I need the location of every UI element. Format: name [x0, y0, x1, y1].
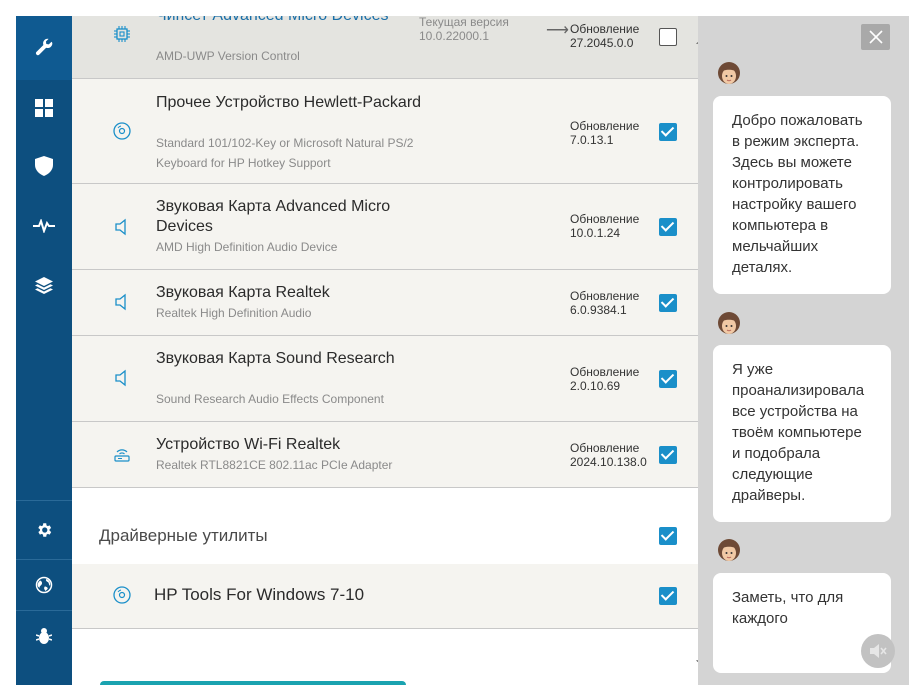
current-version-label: Текущая версия — [419, 16, 509, 29]
device-row[interactable]: Чипсет Advanced Micro Devices AMD-UWP Ve… — [72, 16, 698, 79]
close-icon — [868, 30, 883, 44]
dashboard-grid-icon — [35, 99, 53, 117]
sidebar-item-settings[interactable] — [16, 501, 72, 559]
sidebar-item-debug[interactable] — [16, 611, 72, 661]
update-version: Обновление 6.0.9384.1 — [570, 289, 660, 317]
arrow-right-icon: ⟶ — [546, 22, 569, 39]
update-value: 2.0.10.69 — [570, 379, 621, 393]
update-version: Обновление 2024.10.138.0 — [570, 441, 660, 469]
device-checkbox[interactable] — [659, 294, 677, 312]
speaker-muted-icon — [870, 644, 887, 658]
device-row[interactable]: Звуковая Карта Realtek Realtek High Defi… — [72, 270, 698, 336]
update-version: Обновление 27.2045.0.0 — [570, 22, 660, 50]
update-version: Обновление 10.0.1.24 — [570, 212, 660, 240]
device-checkbox[interactable] — [659, 123, 677, 141]
device-subtitle: Standard 101/102-Key or Microsoft Natura… — [156, 136, 414, 170]
device-row[interactable]: Звуковая Карта Advanced Micro Devices AM… — [72, 184, 698, 270]
close-button[interactable] — [861, 24, 890, 50]
utilities-section-title: Драйверные утилиты — [99, 526, 268, 545]
install-button[interactable] — [100, 681, 406, 685]
pulse-icon — [33, 219, 55, 233]
utilities-section-checkbox[interactable] — [659, 527, 677, 545]
device-checkbox[interactable] — [659, 370, 677, 388]
current-version-value: 10.0.22000.1 — [419, 29, 490, 43]
disc-icon — [113, 586, 131, 604]
current-version: Текущая версия 10.0.22000.1 — [419, 16, 519, 43]
chat-message: Я уже проанализировала все устройства на… — [713, 345, 891, 522]
bug-icon — [36, 628, 52, 644]
assistant-avatar — [718, 312, 740, 334]
utility-row[interactable]: HP Tools For Windows 7-10 — [72, 564, 698, 629]
sidebar-item-dashboard[interactable] — [16, 80, 72, 136]
device-title: Прочее Устройство Hewlett-Packard — [156, 94, 422, 111]
device-checkbox[interactable] — [659, 218, 677, 236]
mute-button[interactable] — [861, 634, 895, 668]
driver-list-panel[interactable]: Чипсет Advanced Micro Devices AMD-UWP Ve… — [72, 16, 698, 685]
device-subtitle: AMD High Definition Audio Device — [156, 240, 338, 254]
assistant-chat-panel: Добро пожаловать в режим эксперта. Здесь… — [698, 16, 909, 685]
device-checkbox[interactable] — [659, 28, 677, 46]
layers-icon — [35, 277, 53, 294]
device-row[interactable]: Устройство Wi-Fi Realtek Realtek RTL8821… — [72, 422, 698, 488]
device-row[interactable]: Звуковая Карта Sound Research Sound Rese… — [72, 336, 698, 422]
update-value: 2024.10.138.0 — [570, 455, 647, 469]
update-version: Обновление 2.0.10.69 — [570, 365, 660, 393]
assistant-avatar — [718, 62, 740, 84]
gear-icon — [38, 523, 52, 537]
update-label: Обновление — [570, 289, 640, 303]
chat-message: Добро пожаловать в режим эксперта. Здесь… — [713, 96, 891, 294]
sidebar — [16, 16, 72, 685]
speaker-icon — [115, 293, 126, 311]
sidebar-item-monitor[interactable] — [16, 196, 72, 256]
device-subtitle: AMD-UWP Version Control — [156, 49, 300, 63]
device-title: Звуковая Карта Realtek — [156, 284, 330, 301]
sidebar-item-protection[interactable] — [16, 136, 72, 196]
globe-icon — [35, 576, 53, 594]
device-title: Звуковая Карта Advanced Micro Devices — [156, 198, 391, 235]
update-label: Обновление — [570, 22, 640, 36]
assistant-avatar — [718, 539, 740, 561]
speaker-icon — [115, 218, 126, 236]
wrench-icon — [35, 38, 53, 56]
shield-icon — [35, 156, 53, 176]
sidebar-item-tools[interactable] — [16, 16, 72, 80]
app-window: Чипсет Advanced Micro Devices AMD-UWP Ve… — [16, 16, 909, 685]
update-label: Обновление — [570, 441, 640, 455]
update-label: Обновление — [570, 212, 640, 226]
update-label: Обновление — [570, 119, 640, 133]
disc-icon — [113, 122, 131, 140]
update-value: 27.2045.0.0 — [570, 36, 634, 50]
device-title: Звуковая Карта Sound Research — [156, 350, 395, 367]
device-subtitle: Realtek RTL8821CE 802.11ac PCIe Adapter — [156, 458, 393, 472]
device-row[interactable]: Прочее Устройство Hewlett-Packard Standa… — [72, 79, 698, 184]
device-title: Устройство Wi-Fi Realtek — [156, 436, 341, 453]
chip-icon — [114, 26, 130, 42]
update-version: Обновление 7.0.13.1 — [570, 119, 660, 147]
device-checkbox[interactable] — [659, 446, 677, 464]
update-label: Обновление — [570, 365, 640, 379]
update-value: 7.0.13.1 — [570, 133, 614, 147]
speaker-icon — [115, 369, 126, 387]
device-subtitle: Realtek High Definition Audio — [156, 306, 312, 320]
wifi-router-icon — [114, 449, 130, 462]
sidebar-item-language[interactable] — [16, 560, 72, 610]
update-value: 6.0.9384.1 — [570, 303, 627, 317]
utility-checkbox[interactable] — [659, 587, 677, 605]
utility-title: HP Tools For Windows 7-10 — [154, 585, 365, 604]
sidebar-item-layers[interactable] — [16, 256, 72, 316]
device-title: Чипсет Advanced Micro Devices — [156, 16, 426, 26]
device-subtitle: Sound Research Audio Effects Component — [156, 392, 384, 406]
update-value: 10.0.1.24 — [570, 226, 621, 240]
